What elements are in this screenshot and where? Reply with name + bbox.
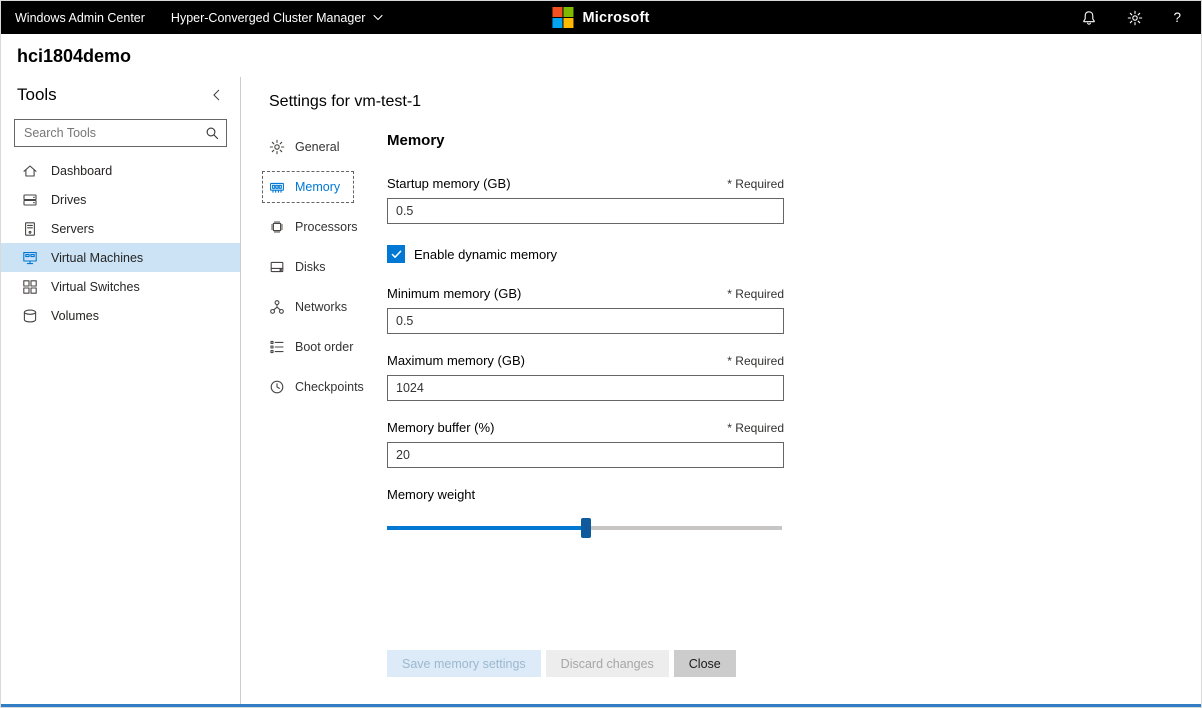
- close-button[interactable]: Close: [674, 650, 736, 677]
- sidebar-item-label: Virtual Machines: [51, 251, 143, 265]
- sidebar-item-servers[interactable]: Servers: [1, 214, 240, 243]
- required-label: * Required: [727, 354, 784, 368]
- memory-buffer-label: Memory buffer (%): [387, 420, 494, 435]
- memory-weight-slider[interactable]: [387, 518, 784, 538]
- tools-sidebar: Tools Dashboard Drives Servers: [1, 77, 241, 704]
- cluster-name-heading: hci1804demo: [1, 34, 1201, 77]
- tools-search-input[interactable]: [14, 119, 227, 147]
- settings-tab-label: Boot order: [295, 340, 353, 354]
- settings-tab-label: General: [295, 140, 339, 154]
- maximum-memory-input[interactable]: [387, 375, 784, 401]
- settings-gear-icon[interactable]: [1127, 10, 1143, 26]
- solution-dropdown[interactable]: Hyper-Converged Cluster Manager: [171, 11, 384, 25]
- servers-icon: [22, 221, 38, 237]
- required-label: * Required: [727, 421, 784, 435]
- memory-form: Memory Startup memory (GB) * Required En…: [387, 131, 784, 677]
- settings-tab-label: Processors: [295, 220, 358, 234]
- body-row: Tools Dashboard Drives Servers: [1, 77, 1201, 704]
- bottom-accent-strip: [1, 704, 1201, 707]
- form-footer: Save memory settings Discard changes Clo…: [387, 650, 784, 677]
- solution-title: Hyper-Converged Cluster Manager: [171, 11, 366, 25]
- save-memory-settings-button[interactable]: Save memory settings: [387, 650, 541, 677]
- microsoft-logo: Microsoft: [552, 7, 649, 28]
- sidebar-item-label: Servers: [51, 222, 94, 236]
- sidebar-item-label: Virtual Switches: [51, 280, 140, 294]
- settings-tab-label: Disks: [295, 260, 326, 274]
- sidebar-item-virtual-switches[interactable]: Virtual Switches: [1, 272, 240, 301]
- topbar-right: ?: [1081, 10, 1187, 26]
- virtual-switches-icon: [22, 279, 38, 295]
- dynamic-memory-toggle[interactable]: Enable dynamic memory: [387, 245, 784, 263]
- tools-search: [14, 119, 227, 147]
- startup-memory-label: Startup memory (GB): [387, 176, 511, 191]
- microsoft-wordmark: Microsoft: [582, 10, 649, 26]
- dynamic-memory-label: Enable dynamic memory: [414, 247, 557, 262]
- memory-ram-icon: [269, 179, 285, 195]
- top-bar: Windows Admin Center Hyper-Converged Clu…: [1, 1, 1201, 34]
- settings-body: General Memory Processors Disks: [269, 131, 1201, 677]
- volumes-icon: [22, 308, 38, 324]
- checkpoints-clock-icon: [269, 379, 285, 395]
- dashboard-home-icon: [22, 163, 38, 179]
- memory-weight-slider-fill: [387, 526, 586, 530]
- sidebar-item-label: Dashboard: [51, 164, 112, 178]
- settings-tab-label: Memory: [295, 180, 340, 194]
- app-title[interactable]: Windows Admin Center: [15, 11, 145, 25]
- settings-tab-memory[interactable]: Memory: [262, 171, 354, 203]
- settings-tab-disks[interactable]: Disks: [262, 251, 340, 283]
- startup-memory-input[interactable]: [387, 198, 784, 224]
- maximum-memory-label: Maximum memory (GB): [387, 353, 525, 368]
- windows-admin-center-app: Windows Admin Center Hyper-Converged Clu…: [0, 0, 1202, 708]
- disk-icon: [269, 259, 285, 275]
- settings-panel: Settings for vm-test-1 General Memory Pr…: [241, 77, 1201, 704]
- settings-tab-general[interactable]: General: [262, 131, 353, 163]
- search-icon: [204, 125, 220, 141]
- general-gear-icon: [269, 139, 285, 155]
- memory-buffer-label-row: Memory buffer (%) * Required: [387, 420, 784, 435]
- drives-icon: [22, 192, 38, 208]
- checkbox-check-icon: [391, 250, 402, 259]
- collapse-sidebar-chevron-icon[interactable]: [210, 88, 224, 102]
- minimum-memory-label-row: Minimum memory (GB) * Required: [387, 286, 784, 301]
- memory-buffer-input[interactable]: [387, 442, 784, 468]
- processor-cpu-icon: [269, 219, 285, 235]
- settings-tab-networks[interactable]: Networks: [262, 291, 361, 323]
- memory-weight-label: Memory weight: [387, 487, 784, 502]
- maximum-memory-label-row: Maximum memory (GB) * Required: [387, 353, 784, 368]
- settings-tab-boot-order[interactable]: Boot order: [262, 331, 367, 363]
- virtual-machines-icon: [22, 250, 38, 266]
- sidebar-item-virtual-machines[interactable]: Virtual Machines: [1, 243, 240, 272]
- topbar-left: Windows Admin Center Hyper-Converged Clu…: [15, 11, 383, 25]
- tools-list: Dashboard Drives Servers Virtual Machine…: [1, 156, 240, 330]
- settings-tab-label: Networks: [295, 300, 347, 314]
- settings-nav: General Memory Processors Disks: [269, 131, 387, 677]
- sidebar-item-label: Drives: [51, 193, 86, 207]
- sidebar-item-dashboard[interactable]: Dashboard: [1, 156, 240, 185]
- memory-heading: Memory: [387, 132, 784, 149]
- help-icon[interactable]: ?: [1173, 10, 1181, 25]
- settings-tab-processors[interactable]: Processors: [262, 211, 372, 243]
- dynamic-memory-checkbox[interactable]: [387, 245, 405, 263]
- required-label: * Required: [727, 287, 784, 301]
- settings-title: Settings for vm-test-1: [269, 93, 1201, 111]
- minimum-memory-input[interactable]: [387, 308, 784, 334]
- memory-weight-slider-thumb[interactable]: [581, 518, 591, 538]
- chevron-down-icon: [373, 14, 383, 21]
- settings-tab-label: Checkpoints: [295, 380, 364, 394]
- notifications-bell-icon[interactable]: [1081, 10, 1097, 26]
- microsoft-logo-squares: [552, 7, 573, 28]
- sidebar-item-volumes[interactable]: Volumes: [1, 301, 240, 330]
- network-icon: [269, 299, 285, 315]
- required-label: * Required: [727, 177, 784, 191]
- boot-order-list-icon: [269, 339, 285, 355]
- settings-tab-checkpoints[interactable]: Checkpoints: [262, 371, 378, 403]
- tools-header: Tools: [1, 77, 240, 119]
- discard-changes-button[interactable]: Discard changes: [546, 650, 669, 677]
- sidebar-item-label: Volumes: [51, 309, 99, 323]
- sidebar-item-drives[interactable]: Drives: [1, 185, 240, 214]
- minimum-memory-label: Minimum memory (GB): [387, 286, 521, 301]
- tools-title: Tools: [17, 85, 57, 105]
- startup-memory-label-row: Startup memory (GB) * Required: [387, 176, 784, 191]
